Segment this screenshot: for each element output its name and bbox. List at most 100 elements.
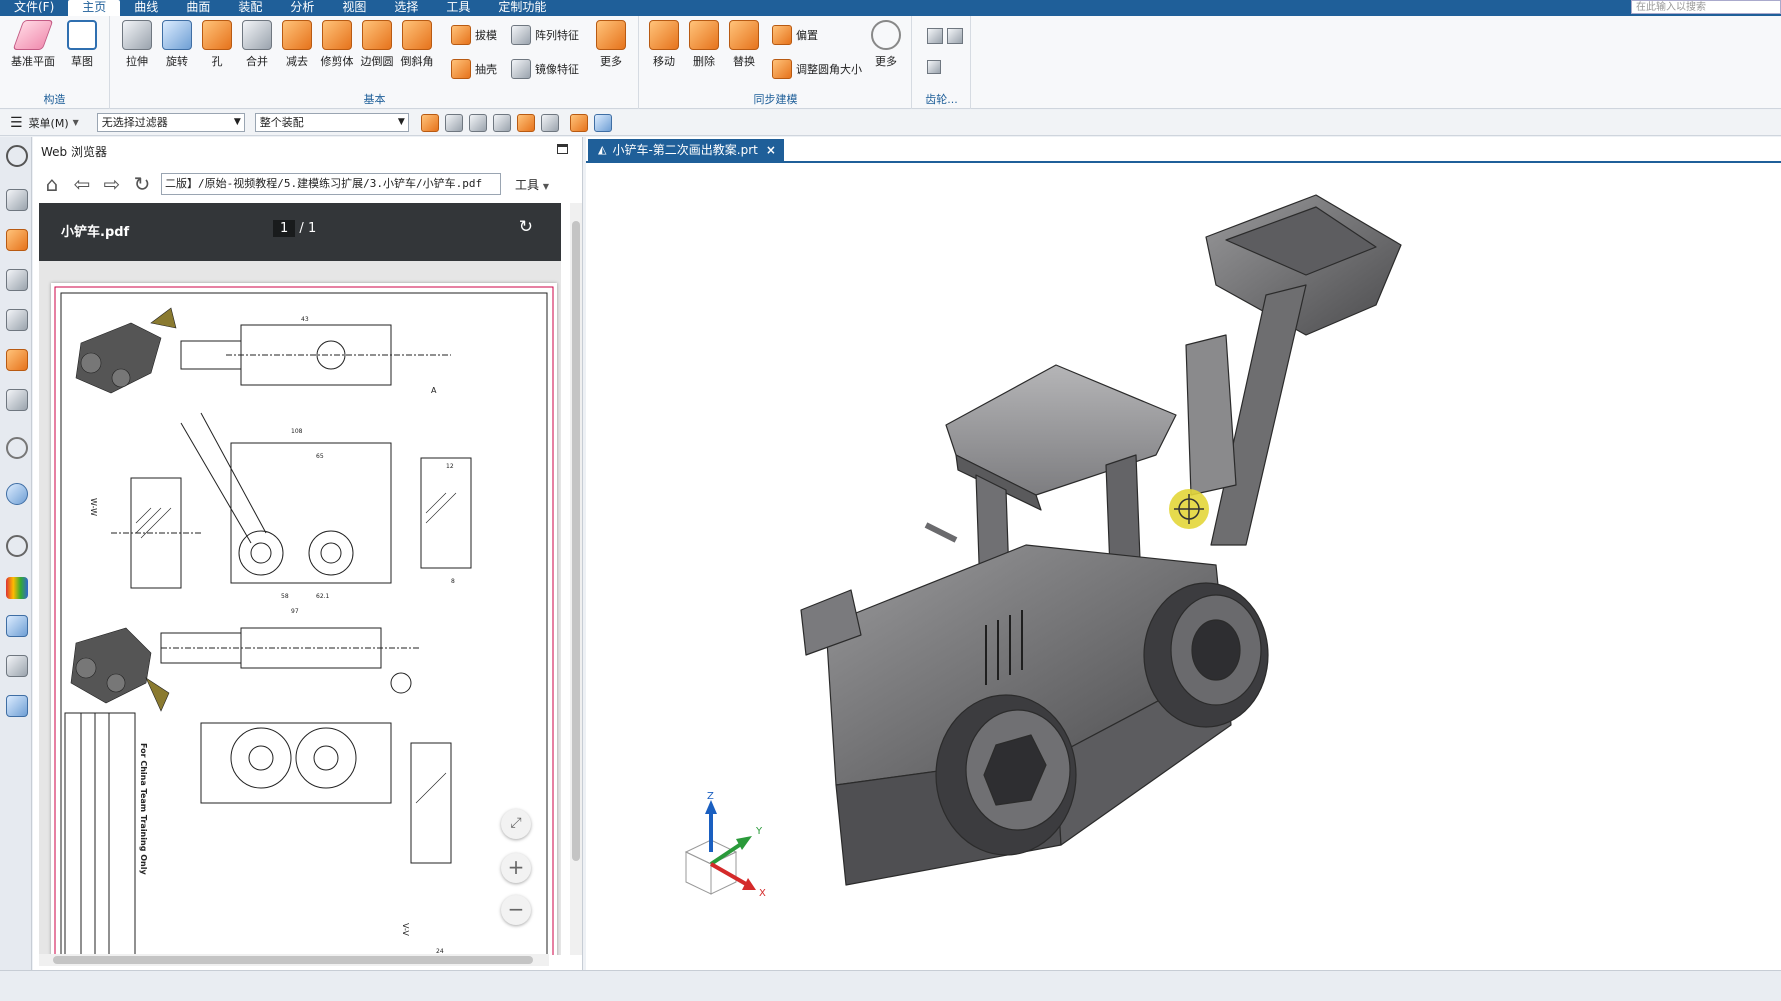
menu-view[interactable]: 视图 (328, 0, 380, 16)
zoom-in-icon[interactable]: + (501, 853, 531, 883)
menu-home[interactable]: 主页 (68, 0, 121, 16)
graphics-window[interactable]: ◭ 小铲车-第二次画出教案.prt × Z Y X (586, 137, 1781, 970)
history-clock-icon[interactable] (6, 535, 28, 557)
delete-face-button[interactable]: 删除 (684, 20, 724, 69)
view-triad[interactable]: Z Y X (666, 792, 776, 912)
helical-gear-icon[interactable] (947, 28, 963, 44)
sketch-icon (67, 20, 97, 50)
fit-page-icon[interactable]: ⤢ (501, 809, 531, 839)
hole-button[interactable]: 孔 (197, 20, 237, 69)
pdf-page-indicator: 1 / 1 (273, 220, 316, 237)
menu-analysis[interactable]: 分析 (276, 0, 328, 16)
triad-x-label: X (759, 888, 766, 899)
subtract-button[interactable]: 减去 (277, 20, 317, 69)
pdf-page-input[interactable]: 1 (273, 220, 296, 237)
visual-palette-icon[interactable] (6, 577, 28, 599)
chevron-down-icon[interactable]: ▼ (73, 118, 79, 127)
draft-button[interactable]: 拔模 (451, 24, 497, 46)
menu-select[interactable]: 选择 (380, 0, 432, 16)
settings-gear-icon[interactable] (6, 145, 28, 167)
back-arrow-icon[interactable]: ⇦ (71, 173, 93, 195)
move-cursor-icon (1169, 489, 1209, 529)
reload-icon[interactable]: ↻ (131, 173, 153, 195)
menu-bar: 文件(F) 主页 曲线 曲面 装配 分析 视图 选择 工具 定制功能 在此输入以… (0, 0, 1781, 16)
resource-bar (0, 137, 32, 970)
ribbon-group-gear: 齿轮... (913, 16, 971, 109)
spur-gear-icon[interactable] (927, 28, 943, 44)
mirror-feature-label: 镜像特征 (535, 63, 579, 76)
rotate-icon[interactable]: ↻ (519, 217, 533, 237)
trim-body-button[interactable]: 修剪体 (317, 20, 357, 69)
ribbon-group-sync-modeling: 移动 删除 替换 偏置 调整圆角大小 更多 同步建模 (640, 16, 912, 109)
datum-plane-label: 基准平面 (11, 55, 55, 68)
menu-curve[interactable]: 曲线 (120, 0, 172, 16)
sync-more-button[interactable]: 更多 (866, 20, 906, 69)
type-filter-select[interactable]: 无选择过滤器 ▼ (96, 113, 245, 132)
web-browser-icon[interactable] (6, 483, 28, 505)
offset-face-button[interactable]: 偏置 (772, 24, 818, 46)
replace-face-button[interactable]: 替换 (724, 20, 764, 69)
scroll-thumb[interactable] (572, 221, 580, 861)
section-view-icon[interactable] (593, 113, 612, 132)
tools-wrench-icon[interactable] (6, 655, 28, 677)
point-on-face-icon[interactable] (540, 113, 559, 132)
part-tab[interactable]: ◭ 小铲车-第二次画出教案.prt × (588, 139, 784, 161)
zoom-out-icon[interactable]: − (501, 895, 531, 925)
vertical-scrollbar[interactable] (570, 203, 582, 955)
horizontal-scrollbar[interactable] (39, 954, 549, 966)
edge-blend-button[interactable]: 边倒圆 (357, 20, 397, 69)
draft-icon (451, 25, 471, 45)
menu-customize[interactable]: 定制功能 (484, 0, 560, 16)
gear-group-label[interactable]: 齿轮... (913, 91, 970, 107)
tools-menu-button[interactable]: 工具 ▼ (515, 176, 549, 193)
pattern-feature-button[interactable]: 阵列特征 (511, 24, 579, 46)
close-icon[interactable]: × (766, 139, 776, 161)
snap-point-icon[interactable] (492, 113, 511, 132)
select-component-icon[interactable] (516, 113, 535, 132)
unite-button[interactable]: 合并 (237, 20, 277, 69)
url-input[interactable]: 二版】/原始-视频教程/5.建模练习扩展/3.小铲车/小铲车.pdf (161, 173, 501, 195)
pdf-viewer[interactable]: 小铲车.pdf 1 / 1 ↻ 43 108 65 58 62.1 97 12 … (39, 203, 561, 955)
menu-tools[interactable]: 工具 (432, 0, 484, 16)
status-bar (0, 970, 1781, 1001)
revolve-button[interactable]: 旋转 (157, 20, 197, 69)
menu-file[interactable]: 文件(F) (0, 0, 68, 16)
layout-manager-icon[interactable] (6, 695, 28, 717)
gear-table-icon[interactable] (927, 60, 941, 74)
command-search-input[interactable]: 在此输入以搜索 (1631, 0, 1781, 14)
reuse-library-icon[interactable] (6, 309, 28, 331)
mirror-feature-button[interactable]: 镜像特征 (511, 58, 579, 80)
menu-assembly[interactable]: 装配 (224, 0, 276, 16)
datum-plane-button[interactable]: 基准平面 (10, 20, 56, 69)
select-features-icon[interactable] (420, 113, 439, 132)
basic-more-button[interactable]: 更多 (591, 20, 631, 69)
forward-arrow-icon[interactable]: ⇨ (101, 173, 123, 195)
constraint-navigator-icon[interactable] (6, 229, 28, 251)
home-icon[interactable]: ⌂ (41, 173, 63, 195)
roles-icon[interactable] (6, 389, 28, 411)
assembly-navigator-icon[interactable] (6, 189, 28, 211)
display-mode-icon[interactable] (569, 113, 588, 132)
maximize-icon[interactable] (557, 144, 568, 154)
move-face-button[interactable]: 移动 (644, 20, 684, 69)
info-icon[interactable] (6, 437, 28, 459)
part-navigator-icon[interactable] (6, 269, 28, 291)
main-menu-button[interactable]: 菜单(M) (29, 115, 69, 131)
extrude-button[interactable]: 拉伸 (117, 20, 157, 69)
general-selection-icon[interactable] (468, 113, 487, 132)
resize-blend-button[interactable]: 调整圆角大小 (772, 58, 862, 80)
hd3d-tools-icon[interactable] (6, 349, 28, 371)
shell-button[interactable]: 抽壳 (451, 58, 497, 80)
menu-surface[interactable]: 曲面 (172, 0, 224, 16)
select-bodies-icon[interactable] (444, 113, 463, 132)
scope-filter-select[interactable]: 整个装配 ▼ (254, 113, 409, 132)
menu-hamburger-icon[interactable]: ☰ (10, 115, 23, 131)
shell-icon (451, 59, 471, 79)
sync-group-label: 同步建模 (753, 93, 798, 106)
system-scene-icon[interactable] (6, 615, 28, 637)
scroll-thumb[interactable] (53, 956, 533, 964)
sketch-button[interactable]: 草图 (62, 20, 102, 69)
svg-text:97: 97 (291, 608, 299, 615)
chamfer-button[interactable]: 倒斜角 (397, 20, 437, 69)
revolve-icon (162, 20, 192, 50)
